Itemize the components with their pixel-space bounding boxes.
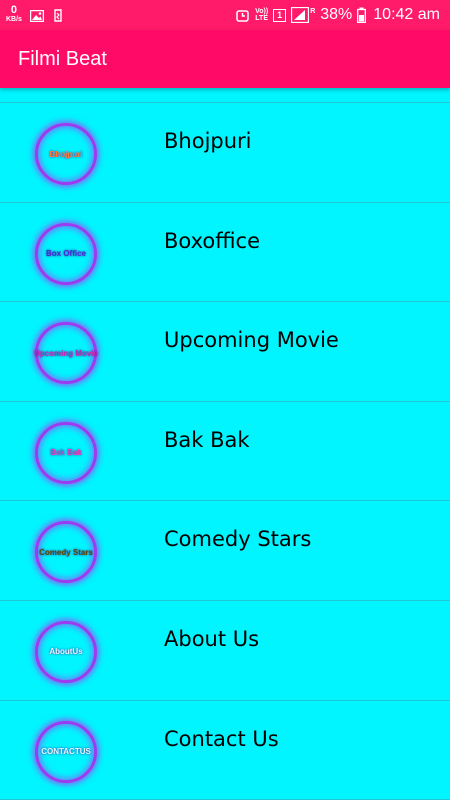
- category-logo: Box Office: [35, 222, 97, 285]
- signal-icon: [291, 6, 310, 24]
- list-item-bhojpuri[interactable]: Bhojpuri Bhojpuri: [0, 103, 450, 203]
- status-bar: 0 KB/s Vo)) LTE 1 R 38% 10:42 am: [0, 0, 450, 30]
- menu-list[interactable]: Bhojpuri Bhojpuri Box Office Boxoffice Upcom…: [0, 88, 450, 800]
- volte-bottom-text: LTE: [255, 15, 268, 22]
- category-logo-text: Upcoming Movie: [34, 348, 99, 358]
- battery-icon: [357, 7, 367, 24]
- category-logo: AboutUs: [35, 620, 97, 683]
- category-logo-text: Bhojpuri: [49, 149, 83, 159]
- app-title: Filmi Beat: [18, 47, 107, 70]
- sim-indicator: 1: [273, 8, 287, 22]
- category-logo: CONTACTUS: [35, 720, 97, 783]
- category-logo: Upcoming Movie: [34, 322, 99, 385]
- category-logo-text: Box Office: [45, 249, 86, 259]
- roaming-indicator: R: [310, 7, 316, 15]
- list-item-label: Bhojpuri: [164, 129, 252, 153]
- category-logo: Bhojpuri: [35, 123, 97, 185]
- net-speed-unit: KB/s: [6, 16, 22, 23]
- list-item-label: Contact Us: [164, 726, 279, 751]
- list-item-contact-us[interactable]: CONTACTUS Contact Us: [0, 701, 450, 800]
- app-bar: Filmi Beat: [0, 30, 450, 88]
- list-item-about-us[interactable]: AboutUs About Us: [0, 601, 450, 701]
- battery-percent: 38%: [320, 6, 353, 23]
- category-logo-text: CONTACTUS: [41, 747, 91, 757]
- list-item-boxoffice[interactable]: Box Office Boxoffice: [0, 203, 450, 303]
- category-logo: Bak Bak: [35, 421, 97, 484]
- network-speed: 0 KB/s: [6, 4, 22, 24]
- list-item-label: Boxoffice: [164, 228, 261, 253]
- list-item-label: Bak Bak: [164, 427, 250, 452]
- list-item-upcoming-movie[interactable]: Upcoming Movie Upcoming Movie: [0, 302, 450, 402]
- clock: 10:42 am: [373, 6, 440, 23]
- list-item-label: Upcoming Movie: [164, 328, 339, 353]
- volte-top-text: Vo)): [255, 8, 269, 15]
- category-logo-text: AboutUs: [49, 647, 83, 657]
- data-saver-icon: [52, 9, 66, 22]
- category-logo-text: Bak Bak: [50, 448, 82, 458]
- list-item-comedy-stars[interactable]: Comedy Stars Comedy Stars: [0, 501, 450, 601]
- alarm-icon: [236, 9, 250, 22]
- volte-indicator: Vo)) LTE: [255, 8, 268, 22]
- category-logo-text: Comedy Stars: [39, 547, 93, 557]
- image-icon: [29, 9, 45, 23]
- category-logo: Comedy Stars: [35, 521, 97, 584]
- list-item-label: Comedy Stars: [164, 527, 312, 552]
- list-item-bak-bak[interactable]: Bak Bak Bak Bak: [0, 402, 450, 502]
- net-speed-value: 0: [10, 4, 18, 16]
- list-item-partial: [0, 88, 450, 103]
- list-item-label: About Us: [164, 626, 260, 651]
